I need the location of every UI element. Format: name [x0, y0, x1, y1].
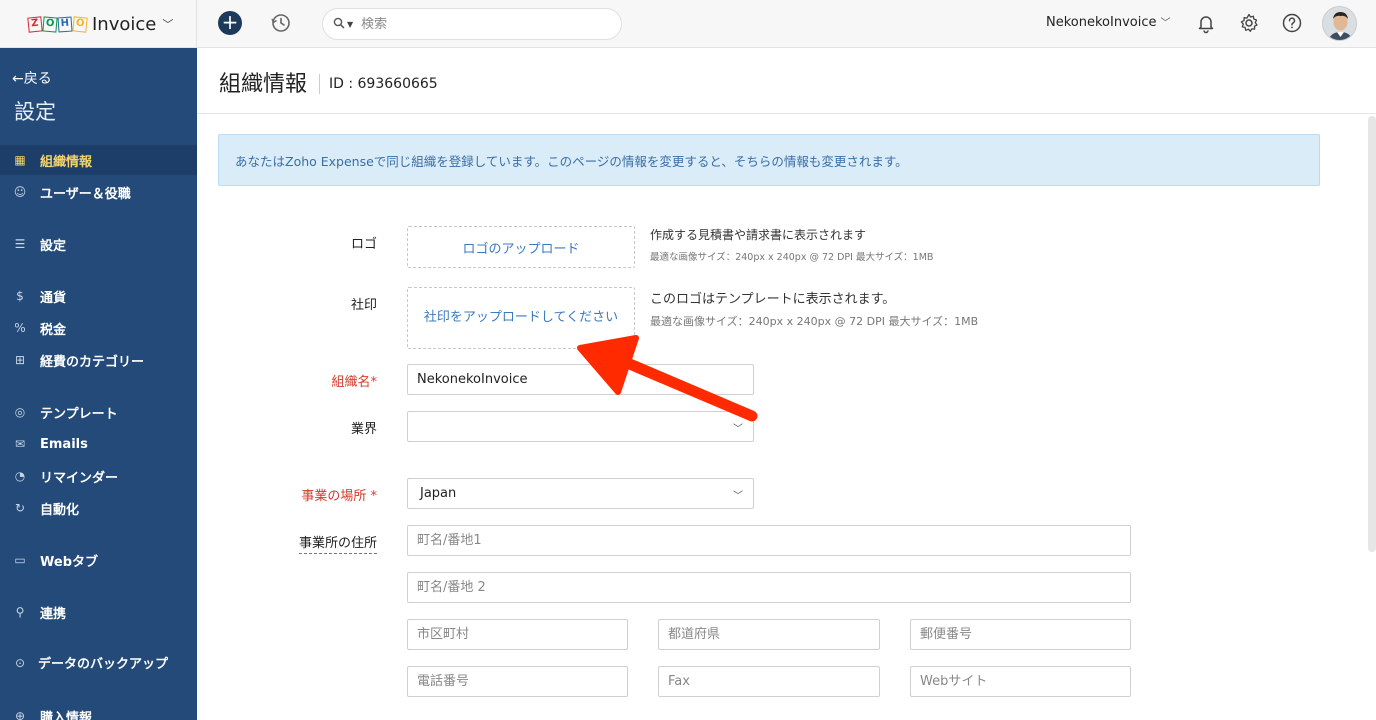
sidebar-item-currencies[interactable]: $ 通貨 [0, 281, 197, 311]
chevron-down-icon: ﹀ [733, 491, 743, 502]
org-name: NekonekoInvoice [1046, 15, 1157, 30]
street1-input[interactable] [407, 525, 1131, 556]
sidebar-item-automation[interactable]: ↻ 自動化 [0, 493, 197, 523]
sidebar-item-organization-profile[interactable]: ▦ 組織情報 [0, 145, 197, 175]
template-icon: ◎ [14, 405, 26, 419]
app-name: Invoice [92, 13, 157, 35]
currency-icon: $ [16, 289, 24, 303]
mail-icon: ✉ [14, 437, 26, 451]
seal-upload-button[interactable]: 社印をアップロードしてください [407, 287, 635, 349]
caret-down-icon[interactable]: ▼ [347, 20, 353, 29]
org-id: ID : 693660665 [329, 76, 438, 92]
sidebar-item-label: 経費のカテゴリー [40, 354, 145, 370]
window-icon: ▭ [14, 553, 26, 567]
sidebar-item-purchase-info[interactable]: ⊕ 購入情報 [0, 701, 197, 720]
help-icon[interactable] [1281, 12, 1303, 34]
info-banner: あなたはZoho Expenseで同じ組織を登録しています。このページの情報を変… [218, 134, 1320, 186]
users-icon: ☺ [13, 185, 27, 199]
cart-icon: ⊕ [14, 709, 26, 720]
settings-sidebar: ←戻る 設定 ▦ 組織情報 ☺ ユーザー＆役職 ☰ 設定 $ 通貨 % 税金 ⊞… [0, 48, 197, 720]
bell-icon: ◔ [14, 469, 26, 483]
page-header: 組織情報 ID : 693660665 [197, 48, 1376, 114]
zip-input[interactable] [910, 619, 1131, 650]
back-link[interactable]: ←戻る [12, 68, 52, 88]
state-input[interactable] [658, 619, 880, 650]
address-label: 事業所の住所 [257, 532, 377, 554]
street2-input[interactable] [407, 572, 1131, 603]
sidebar-item-label: リマインダー [40, 470, 119, 486]
percent-icon: % [14, 321, 26, 335]
seal-label: 社印 [350, 298, 377, 313]
sidebar-item-reminders[interactable]: ◔ リマインダー [0, 461, 197, 491]
seal-size-hint: 最適な画像サイズ：240px x 240px @ 72 DPI 最大サイズ：1M… [650, 315, 979, 328]
quick-create-button[interactable]: + [218, 11, 242, 35]
top-bar: Z O H O Invoice ﹀ + ▼ NekonekoInvoice﹀ [0, 0, 1376, 48]
sliders-icon: ☰ [14, 237, 26, 251]
scrollbar[interactable] [1368, 116, 1376, 552]
sidebar-item-label: 購入情報 [40, 710, 93, 720]
org-name-label: 組織名* [331, 375, 377, 390]
app-switcher[interactable]: Z O H O Invoice ﹀ [0, 0, 197, 48]
sidebar-item-web-tabs[interactable]: ▭ Webタブ [0, 545, 197, 575]
search-box[interactable]: ▼ [322, 8, 622, 40]
sidebar-item-integrations[interactable]: ⚲ 連携 [0, 597, 197, 627]
sidebar-item-emails[interactable]: ✉ Emails [0, 429, 197, 459]
building-icon: ▦ [14, 153, 26, 167]
website-input[interactable] [910, 666, 1131, 697]
sidebar-item-users-roles[interactable]: ☺ ユーザー＆役職 [0, 177, 197, 207]
business-location-value: Japan [420, 486, 457, 501]
sidebar-item-label: テンプレート [40, 406, 118, 422]
business-location-select[interactable]: Japan ﹀ [407, 478, 754, 509]
sidebar-item-templates[interactable]: ◎ テンプレート [0, 397, 197, 427]
sidebar-item-label: 組織情報 [40, 154, 93, 170]
sidebar-item-label: Emails [40, 436, 88, 452]
sidebar-item-label: Webタブ [40, 554, 98, 570]
fax-input[interactable] [658, 666, 880, 697]
org-name-input[interactable] [407, 364, 754, 395]
refresh-icon: ↻ [14, 501, 26, 515]
phone-input[interactable] [407, 666, 628, 697]
sidebar-item-data-backup[interactable]: ⊙ データのバックアップ [0, 649, 197, 689]
business-location-label: 事業の場所 * [301, 489, 377, 504]
sidebar-item-label: 通貨 [40, 290, 67, 306]
gear-icon[interactable] [1238, 12, 1260, 34]
history-icon[interactable] [270, 12, 292, 34]
org-switcher[interactable]: NekonekoInvoice ﹀ [1046, 14, 1170, 30]
chevron-down-icon: ﹀ [733, 424, 743, 435]
divider [319, 74, 320, 94]
main-content: 組織情報 ID : 693660665 あなたはZoho Expenseで同じ組… [197, 48, 1376, 720]
sidebar-item-label: ユーザー＆役職 [40, 186, 131, 202]
backup-icon: ⊙ [14, 656, 26, 670]
industry-select[interactable]: ﹀ [407, 411, 754, 442]
logo-hint: 作成する見積書や請求書に表示されます [650, 228, 867, 242]
sidebar-item-expense-categories[interactable]: ⊞ 経費のカテゴリー [0, 345, 197, 375]
logo-size-hint: 最適な画像サイズ：240px x 240px @ 72 DPI 最大サイズ：1M… [650, 252, 934, 263]
avatar[interactable] [1322, 6, 1357, 41]
seal-hint: このロゴはテンプレートに表示されます。 [650, 292, 896, 307]
category-icon: ⊞ [14, 353, 26, 367]
plug-icon: ⚲ [15, 605, 25, 619]
sidebar-item-label: データのバックアップ [38, 657, 169, 672]
sidebar-item-label: 自動化 [40, 502, 80, 518]
sidebar-item-preferences[interactable]: ☰ 設定 [0, 229, 197, 259]
sidebar-item-label: 設定 [40, 238, 67, 254]
search-icon [333, 17, 345, 32]
city-input[interactable] [407, 619, 628, 650]
sidebar-item-label: 税金 [40, 322, 67, 338]
search-input[interactable] [361, 16, 582, 32]
chevron-down-icon: ﹀ [162, 18, 174, 31]
logo-upload-button[interactable]: ロゴのアップロード [407, 226, 635, 268]
industry-label: 業界 [350, 422, 377, 437]
chevron-down-icon: ﹀ [1160, 18, 1171, 29]
sidebar-title: 設定 [14, 100, 56, 124]
sidebar-item-taxes[interactable]: % 税金 [0, 313, 197, 343]
page-title: 組織情報 [219, 72, 308, 97]
bell-icon[interactable] [1195, 12, 1217, 34]
zoho-logo: Z O H O [27, 15, 88, 33]
logo-label: ロゴ [350, 237, 377, 252]
sidebar-item-label: 連携 [40, 606, 67, 622]
